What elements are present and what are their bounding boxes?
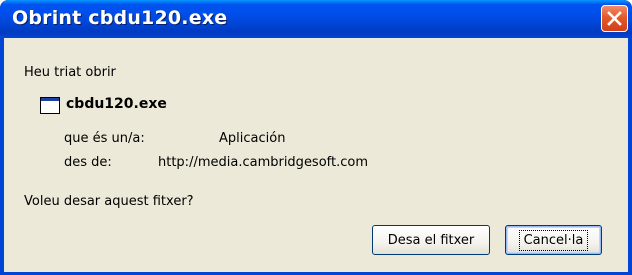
cancel-button-label: Cancel·la: [518, 229, 589, 251]
window-title: Obrint cbdu120.exe: [12, 7, 228, 29]
source-url: http://media.cambridgesoft.com: [158, 155, 369, 170]
window-frame-right: [628, 38, 632, 275]
save-question: Voleu desar aquest fitxer?: [24, 194, 194, 209]
save-file-button[interactable]: Desa el fitxer: [372, 225, 490, 255]
save-file-button-label: Desa el fitxer: [387, 232, 475, 248]
dialog-window: Obrint cbdu120.exe Heu triat obrir cbdu1…: [0, 0, 632, 275]
application-window-icon: [40, 97, 60, 114]
file-type-label: que és un/a:: [64, 131, 145, 146]
close-button[interactable]: [601, 5, 628, 32]
dialog-body: Heu triat obrir cbdu120.exe que és un/a:…: [4, 38, 628, 272]
file-name: cbdu120.exe: [66, 96, 167, 112]
source-label: des de:: [64, 155, 112, 170]
close-icon: [607, 11, 622, 26]
file-type-value: Aplicación: [219, 131, 286, 146]
cancel-button[interactable]: Cancel·la: [505, 225, 602, 255]
intro-text: Heu triat obrir: [24, 65, 116, 80]
title-bar[interactable]: Obrint cbdu120.exe: [0, 0, 632, 38]
